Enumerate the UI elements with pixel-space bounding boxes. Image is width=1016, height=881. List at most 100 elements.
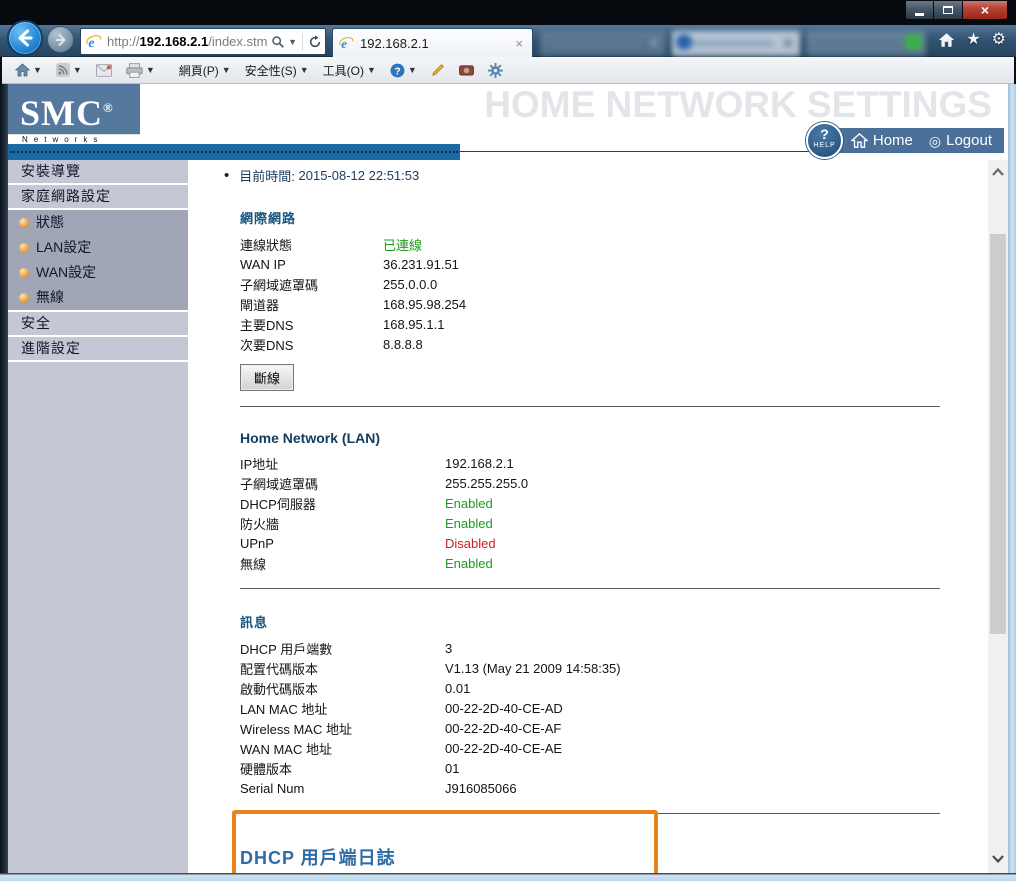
maximize-icon xyxy=(943,6,953,14)
extension-settings-button[interactable] xyxy=(483,60,508,81)
ie-favicon: e xyxy=(339,36,354,51)
status-content: • 目前時間: 2015-08-12 22:51:53 網際網路 連線狀態 已連線… xyxy=(188,160,988,873)
current-time-value: 2015-08-12 22:51:53 xyxy=(298,168,420,183)
maximize-button[interactable] xyxy=(934,1,962,20)
command-bar: ▼ ▼ ▼ 網頁(P) ▼ 安全性(S) ▼ 工具(O) ▼ ? ▼ xyxy=(2,57,1014,84)
ie-favicon: e xyxy=(86,34,102,49)
chevron-down-icon xyxy=(992,855,1004,863)
gear-icon xyxy=(487,62,503,78)
address-bar[interactable]: e http://192.168.2.1/index.stm ▼ xyxy=(80,28,326,55)
menu-tools[interactable]: 工具(O) ▼ xyxy=(318,59,381,82)
bullet-icon: • xyxy=(224,167,230,184)
search-icon[interactable] xyxy=(271,35,285,49)
home-icon[interactable] xyxy=(938,32,955,48)
home-icon xyxy=(850,133,868,148)
extension-camera-button[interactable] xyxy=(454,61,479,79)
search-dropdown-caret[interactable]: ▼ xyxy=(288,37,297,47)
tab-close-icon[interactable]: × xyxy=(512,36,526,51)
back-button[interactable] xyxy=(7,20,43,56)
help-menu-button[interactable]: ? ▼ xyxy=(385,60,422,81)
scroll-up-button[interactable] xyxy=(988,162,1008,182)
page-scrollbar[interactable] xyxy=(988,160,1008,873)
brand-text: SMC xyxy=(20,93,103,133)
status-row: 無線 Enabled xyxy=(240,555,493,572)
window-frame-bottom xyxy=(0,873,1016,881)
back-arrow-icon xyxy=(18,29,33,47)
settings-gear-icon[interactable]: ⚙ xyxy=(992,32,1006,48)
refresh-icon[interactable] xyxy=(308,34,322,49)
pen-icon xyxy=(431,64,444,76)
scroll-down-button[interactable] xyxy=(988,849,1008,869)
status-row: DHCP伺服器 Enabled xyxy=(240,495,493,512)
titlebar[interactable]: × xyxy=(0,0,1016,25)
section-title: 網際網路 xyxy=(240,211,297,226)
status-row: Wireless MAC 地址 00-22-2D-40-CE-AF xyxy=(240,720,562,737)
sidebar-item-status[interactable]: 狀態 xyxy=(8,210,188,235)
page-title: HOME NETWORK SETTINGS xyxy=(484,84,992,125)
scrollbar-thumb[interactable] xyxy=(990,234,1006,634)
sidebar-item-setup-wizard[interactable]: 安裝導覽 xyxy=(8,160,188,185)
help-icon: ? xyxy=(390,63,405,77)
favorites-star-icon[interactable]: ★ xyxy=(966,32,980,48)
sidebar-item-home-network[interactable]: 家庭網路設定 xyxy=(8,185,188,210)
sidebar-item-security[interactable]: 安全 xyxy=(8,312,188,337)
status-row: 啟動代碼版本 0.01 xyxy=(240,680,471,697)
forward-button[interactable] xyxy=(47,26,74,53)
read-mail-button[interactable] xyxy=(91,61,117,80)
home-menu-button[interactable]: ▼ xyxy=(10,60,47,80)
divider xyxy=(240,813,940,814)
browser-window: × e http://192.168.2.1/index.stm ▼ e 192… xyxy=(0,0,1016,881)
dropdown-caret: ▼ xyxy=(33,65,42,75)
sidebar-item-wireless[interactable]: 無線 xyxy=(8,285,188,310)
window-frame-right xyxy=(1008,84,1016,873)
dropdown-caret: ▼ xyxy=(407,65,417,75)
status-row: 閘道器 168.95.98.254 xyxy=(240,296,467,313)
browser-navbar: e http://192.168.2.1/index.stm ▼ e 192.1… xyxy=(0,20,1016,58)
help-button[interactable]: ? HELP xyxy=(806,122,843,159)
status-row: 子網域遮罩碼 255.0.0.0 xyxy=(240,276,438,293)
status-row: UPnP Disabled xyxy=(240,535,496,551)
disconnect-button[interactable]: 斷線 xyxy=(240,364,295,391)
status-row: 配置代碼版本 V1.13 (May 21 2009 14:58:35) xyxy=(240,660,621,677)
sidebar-item-wan-settings[interactable]: WAN設定 xyxy=(8,260,188,285)
header-toolbar: Home ◎ Logout xyxy=(824,128,1004,153)
sidebar-nav: 安裝導覽 家庭網路設定 狀態 LAN設定 WAN設定 無線 安全 進階設定 xyxy=(8,160,188,873)
connection-status-value: 已連線 xyxy=(383,237,423,253)
print-button[interactable]: ▼ xyxy=(121,60,160,81)
tab-blurred-1[interactable] xyxy=(540,31,666,56)
current-time: • 目前時間: 2015-08-12 22:51:53 xyxy=(224,167,420,184)
window-controls: × xyxy=(905,1,1008,20)
section-title: 訊息 xyxy=(240,615,269,630)
status-row: 主要DNS 168.95.1.1 xyxy=(240,316,445,333)
window-frame-left xyxy=(0,84,8,873)
dropdown-caret: ▼ xyxy=(145,65,155,75)
rss-feed-button[interactable]: ▼ xyxy=(51,60,87,80)
status-row: WAN IP 36.231.91.51 xyxy=(240,256,459,272)
sidebar-item-advanced[interactable]: 進階設定 xyxy=(8,337,188,362)
status-row: LAN MAC 地址 00-22-2D-40-CE-AD xyxy=(240,700,563,717)
status-row: 連線狀態 已連線 xyxy=(240,234,988,254)
status-row: Serial Num J916085066 xyxy=(240,780,517,796)
section-dhcp-log: DHCP 用戶端日誌 查看目前連接到此無線寬頻路由器的DHCP客戶端信息. ip… xyxy=(240,844,988,873)
dropdown-caret: ▼ xyxy=(299,65,309,75)
smc-logo: SMC® xyxy=(8,84,140,134)
menu-safety[interactable]: 安全性(S) ▼ xyxy=(240,59,314,82)
minimize-button[interactable] xyxy=(905,1,934,20)
status-row: IP地址 192.168.2.1 xyxy=(240,455,514,472)
home-button[interactable]: Home xyxy=(850,132,913,149)
section-lan: Home Network (LAN) IP地址 192.168.2.1 子網域遮罩… xyxy=(240,430,988,573)
divider xyxy=(240,406,940,407)
url-text: http://192.168.2.1/index.stm xyxy=(107,34,268,49)
forward-arrow-icon xyxy=(55,33,66,46)
chevron-up-icon xyxy=(992,168,1004,176)
menu-page[interactable]: 網頁(P) ▼ xyxy=(174,59,236,82)
logout-button[interactable]: ◎ Logout xyxy=(929,132,992,149)
status-row: DHCP 用戶端數 3 xyxy=(240,640,453,657)
status-row: 次要DNS 8.8.8.8 xyxy=(240,336,423,353)
tab-active[interactable]: e 192.168.2.1 × xyxy=(332,28,533,58)
mail-icon xyxy=(95,63,112,77)
tab-favicon-blurred xyxy=(676,34,692,50)
close-button[interactable]: × xyxy=(962,1,1008,20)
sidebar-item-lan-settings[interactable]: LAN設定 xyxy=(8,235,188,260)
extension-pen-button[interactable] xyxy=(426,60,450,80)
